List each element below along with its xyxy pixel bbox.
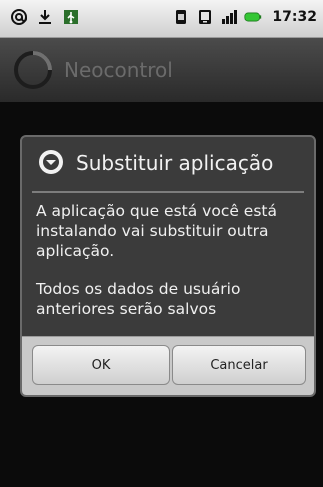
status-bar: 17:32: [0, 0, 323, 38]
dialog-message-data: Todos os dados de usuário anteriores ser…: [36, 280, 241, 318]
arrow-down-circle-icon: [38, 149, 64, 175]
app-title: Neocontrol: [64, 58, 173, 82]
phone-icon: [196, 8, 214, 26]
dialog-buttons: OK Cancelar: [22, 336, 314, 395]
ok-button[interactable]: OK: [32, 345, 170, 385]
app-title-bar: Neocontrol: [0, 38, 323, 102]
dialog-title: Substituir aplicação: [76, 151, 274, 175]
replace-application-dialog: Substituir aplicação A aplicação que est…: [20, 135, 316, 397]
usb-icon: [62, 8, 80, 26]
battery-icon: [244, 8, 262, 26]
spinner-icon: [12, 49, 54, 91]
download-icon: [36, 8, 54, 26]
status-bar-left-icons: [10, 8, 80, 26]
status-time: 17:32: [272, 9, 317, 25]
dialog-divider: [32, 191, 304, 193]
status-bar-right-icons: 17:32: [172, 8, 317, 26]
at-icon: [10, 8, 28, 26]
dialog-message-replace: A aplicação que está você está instaland…: [36, 202, 277, 260]
dialog-header: Substituir aplicação: [22, 137, 314, 189]
cancel-button[interactable]: Cancelar: [172, 345, 306, 385]
signal-icon: [220, 8, 238, 26]
sim-icon: [172, 8, 190, 26]
dialog-body: A aplicação que está você está instaland…: [36, 201, 298, 337]
